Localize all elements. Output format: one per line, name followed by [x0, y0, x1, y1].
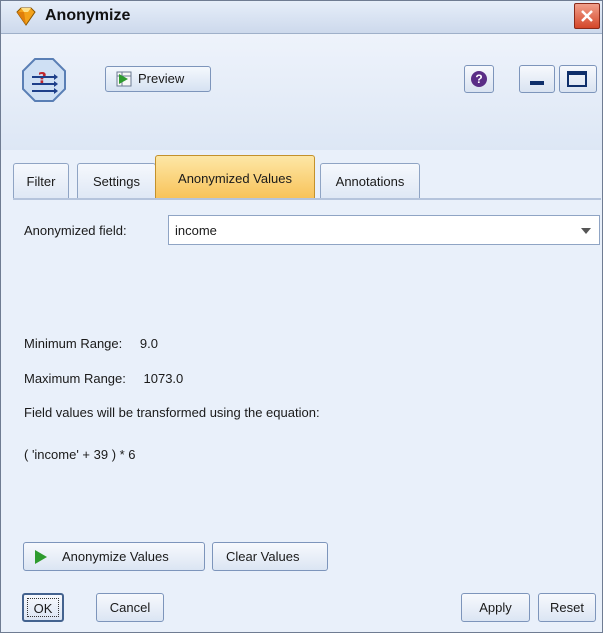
anonymize-values-button[interactable]: Anonymize Values [23, 542, 205, 571]
window-title: Anonymize [45, 7, 131, 24]
equation-description: Field values will be transformed using t… [24, 405, 320, 420]
minimum-range-label: Minimum Range: [24, 336, 123, 351]
maximum-range-value: 1073.0 [143, 371, 184, 386]
tab-anonymized-values[interactable]: Anonymized Values [155, 155, 315, 198]
preview-label: Preview [138, 71, 185, 86]
minimum-range-value: 9.0 [139, 336, 158, 351]
reset-button[interactable]: Reset [538, 593, 596, 622]
anonymized-values-panel: Anonymized field: income Minimum Range: … [13, 198, 601, 571]
tab-annotations[interactable]: Annotations [320, 163, 420, 198]
chevron-down-icon [581, 228, 591, 234]
tab-settings[interactable]: Settings [77, 163, 156, 198]
ok-button[interactable]: OK [22, 593, 64, 622]
anonymize-node-icon: ? [21, 57, 67, 103]
close-icon [581, 10, 593, 22]
clear-values-button[interactable]: Clear Values [212, 542, 328, 571]
minimize-icon [530, 81, 544, 85]
cancel-button[interactable]: Cancel [96, 593, 164, 622]
help-button[interactable]: ? [464, 65, 494, 93]
maximize-icon [567, 71, 587, 87]
clear-values-label: Clear Values [226, 549, 300, 564]
minimum-range-row: Minimum Range: 9.0 [24, 336, 158, 351]
tab-filter[interactable]: Filter [13, 163, 69, 198]
minimize-button[interactable] [519, 65, 555, 93]
node-header: ? Preview ? [1, 34, 602, 150]
maximize-button[interactable] [559, 65, 597, 93]
diamond-app-icon [15, 7, 37, 27]
play-table-icon [116, 71, 132, 87]
ok-label: OK [27, 598, 59, 617]
anonymize-values-label: Anonymize Values [62, 549, 169, 564]
play-icon [34, 550, 48, 567]
anonymized-field-select[interactable]: income [168, 215, 600, 245]
help-question-icon: ? [471, 71, 487, 87]
anonymized-field-label: Anonymized field: [24, 223, 127, 238]
apply-button[interactable]: Apply [461, 593, 530, 622]
anonymize-dialog: Anonymize ? [0, 0, 603, 633]
anonymized-field-value: income [175, 223, 217, 238]
preview-button[interactable]: Preview [105, 66, 211, 92]
title-bar[interactable]: Anonymize [1, 1, 602, 34]
maximum-range-row: Maximum Range: 1073.0 [24, 371, 183, 386]
maximum-range-label: Maximum Range: [24, 371, 126, 386]
close-button[interactable] [574, 3, 600, 29]
equation-text: ( 'income' + 39 ) * 6 [24, 447, 136, 462]
